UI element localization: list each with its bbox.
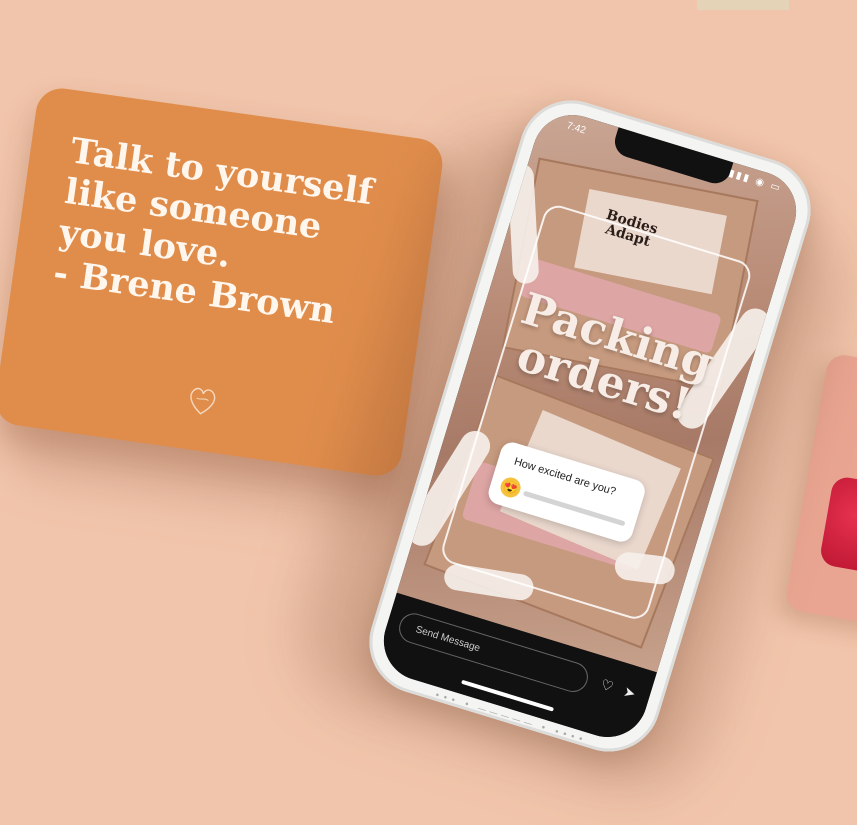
quote-text: Talk to yourself like someone you love. … bbox=[50, 130, 376, 333]
emoji-heart-eyes-icon[interactable]: 😍 bbox=[498, 474, 524, 500]
send-icon[interactable]: ➤ bbox=[622, 684, 638, 703]
glitter-block bbox=[818, 475, 857, 576]
corner-tab bbox=[697, 0, 789, 10]
heart-icon[interactable]: ♡ bbox=[599, 677, 616, 696]
heart-logo-icon bbox=[176, 378, 228, 430]
poll-slider-fill bbox=[522, 490, 525, 496]
